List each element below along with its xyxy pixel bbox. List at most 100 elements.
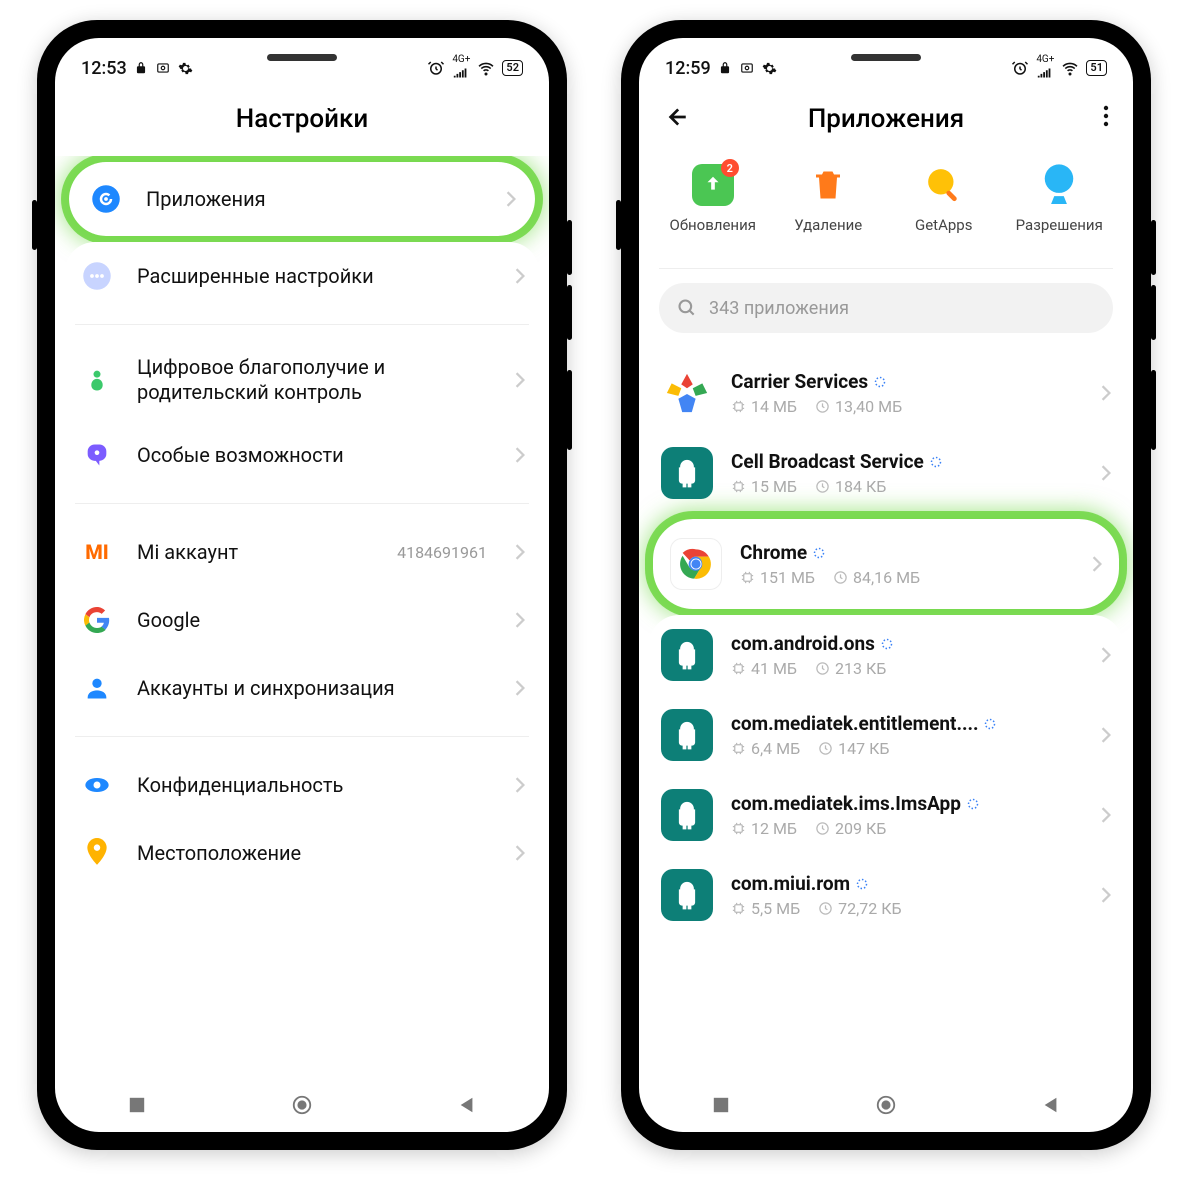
chevron-right-icon: [515, 372, 525, 388]
gear-icon: [178, 61, 193, 76]
page-title: Приложения: [808, 104, 964, 134]
chevron-right-icon: [1101, 647, 1111, 663]
app-row[interactable]: com.android.ons 41 МБ213 КБ: [649, 615, 1123, 695]
chevron-right-icon: [1101, 465, 1111, 481]
nav-recents[interactable]: [124, 1092, 150, 1118]
divider: [75, 324, 529, 325]
alarm-icon: [1011, 59, 1029, 77]
accessibility-icon: [79, 437, 115, 473]
badge-count: 2: [721, 159, 739, 177]
nav-recents[interactable]: [708, 1092, 734, 1118]
side-button: [1151, 285, 1156, 340]
phone-frame-settings: 12:53 4G+ 52 Настройки Приложения: [37, 20, 567, 1150]
settings-row-accessibility[interactable]: Особые возможности: [65, 421, 539, 489]
nav-back[interactable]: [454, 1092, 480, 1118]
advanced-icon: [79, 258, 115, 294]
row-label: Расширенные настройки: [137, 264, 493, 289]
wellbeing-icon: [79, 362, 115, 398]
app-row[interactable]: Carrier Services 14 МБ13,40 МБ: [649, 353, 1123, 433]
app-row[interactable]: com.mediatek.entitlement.... 6,4 МБ147 К…: [649, 695, 1123, 775]
app-name: com.mediatek.entitlement....: [731, 712, 1083, 735]
nav-back[interactable]: [1038, 1092, 1064, 1118]
row-value: 4184691961: [397, 543, 487, 562]
app-stats: 6,4 МБ147 КБ: [731, 739, 1083, 758]
network-icon: 4G+: [452, 55, 470, 82]
app-row[interactable]: Cell Broadcast Service 15 МБ184 КБ: [649, 433, 1123, 513]
chevron-right-icon: [515, 544, 525, 560]
row-label: Mi аккаунт: [137, 540, 375, 565]
page-title: Настройки: [55, 88, 549, 156]
app-stats: 12 МБ209 КБ: [731, 819, 1083, 838]
app-stats: 41 МБ213 КБ: [731, 659, 1083, 678]
divider: [659, 268, 1113, 269]
action-updates[interactable]: 2 Обновления: [668, 164, 758, 234]
settings-row-privacy[interactable]: Конфиденциальность: [65, 751, 539, 819]
chevron-right-icon: [515, 447, 525, 463]
nav-home[interactable]: [289, 1092, 315, 1118]
status-time: 12:53: [81, 58, 127, 79]
wifi-icon: [1061, 59, 1079, 77]
settings-row-google[interactable]: Google: [65, 586, 539, 654]
chevron-right-icon: [1092, 556, 1102, 572]
settings-row-location[interactable]: Местоположение: [65, 819, 539, 887]
more-button[interactable]: [1103, 104, 1109, 128]
nav-home[interactable]: [873, 1092, 899, 1118]
camera-icon: [155, 61, 171, 75]
chevron-right-icon: [515, 612, 525, 628]
row-label: Google: [137, 608, 493, 633]
app-name: Cell Broadcast Service: [731, 450, 1083, 473]
lock-icon: [134, 61, 148, 75]
wifi-icon: [477, 59, 495, 77]
row-label: Местоположение: [137, 841, 493, 866]
app-stats: 151 МБ84,16 МБ: [740, 568, 1074, 587]
row-label: Особые возможности: [137, 443, 493, 468]
app-row[interactable]: com.miui.rom 5,5 МБ72,72 КБ: [649, 855, 1123, 935]
side-button: [616, 200, 621, 250]
battery-indicator: 52: [502, 60, 523, 76]
app-name: com.mediatek.ims.ImsApp: [731, 792, 1083, 815]
row-label: Приложения: [146, 187, 484, 212]
app-name: com.android.ons: [731, 632, 1083, 655]
app-stats: 15 МБ184 КБ: [731, 477, 1083, 496]
settings-row-advanced[interactable]: Расширенные настройки: [65, 242, 539, 310]
side-button: [32, 200, 37, 250]
camera-icon: [739, 61, 755, 75]
action-permissions[interactable]: Разрешения: [1014, 164, 1104, 234]
settings-row-wellbeing[interactable]: Цифровое благополучие и родительский кон…: [65, 339, 539, 421]
search-input[interactable]: 343 приложения: [659, 283, 1113, 333]
chevron-right-icon: [1101, 385, 1111, 401]
chevron-right-icon: [515, 268, 525, 284]
chevron-right-icon: [506, 191, 516, 207]
side-button: [567, 285, 572, 340]
settings-row-apps[interactable]: Приложения: [74, 167, 530, 231]
settings-row-mi-account[interactable]: MI Mi аккаунт 4184691961: [65, 518, 539, 586]
side-button: [567, 220, 572, 275]
chevron-right-icon: [1101, 727, 1111, 743]
app-row[interactable]: com.mediatek.ims.ImsApp 12 МБ209 КБ: [649, 775, 1123, 855]
battery-indicator: 51: [1086, 60, 1107, 76]
action-uninstall[interactable]: Удаление: [783, 164, 873, 234]
chevron-right-icon: [515, 680, 525, 696]
app-stats: 14 МБ13,40 МБ: [731, 397, 1083, 416]
back-button[interactable]: [663, 104, 689, 130]
app-name: com.miui.rom: [731, 872, 1083, 895]
action-label: Разрешения: [1016, 216, 1103, 234]
nav-bar: [55, 1078, 549, 1132]
action-label: GetApps: [915, 216, 972, 234]
app-name: Carrier Services: [731, 370, 1083, 393]
search-icon: [677, 298, 697, 318]
action-label: Удаление: [794, 216, 862, 234]
side-button: [1151, 370, 1156, 450]
chevron-right-icon: [1101, 807, 1111, 823]
divider: [75, 736, 529, 737]
app-stats: 5,5 МБ72,72 КБ: [731, 899, 1083, 918]
network-icon: 4G+: [1036, 55, 1054, 82]
side-button: [1151, 220, 1156, 275]
settings-row-accounts-sync[interactable]: Аккаунты и синхронизация: [65, 654, 539, 722]
row-label: Цифровое благополучие и родительский кон…: [137, 355, 493, 405]
chevron-right-icon: [1101, 887, 1111, 903]
alarm-icon: [427, 59, 445, 77]
app-row[interactable]: Chrome 151 МБ84,16 МБ: [658, 524, 1114, 604]
highlight-apps: Приложения: [69, 162, 535, 236]
action-getapps[interactable]: GetApps: [899, 164, 989, 234]
